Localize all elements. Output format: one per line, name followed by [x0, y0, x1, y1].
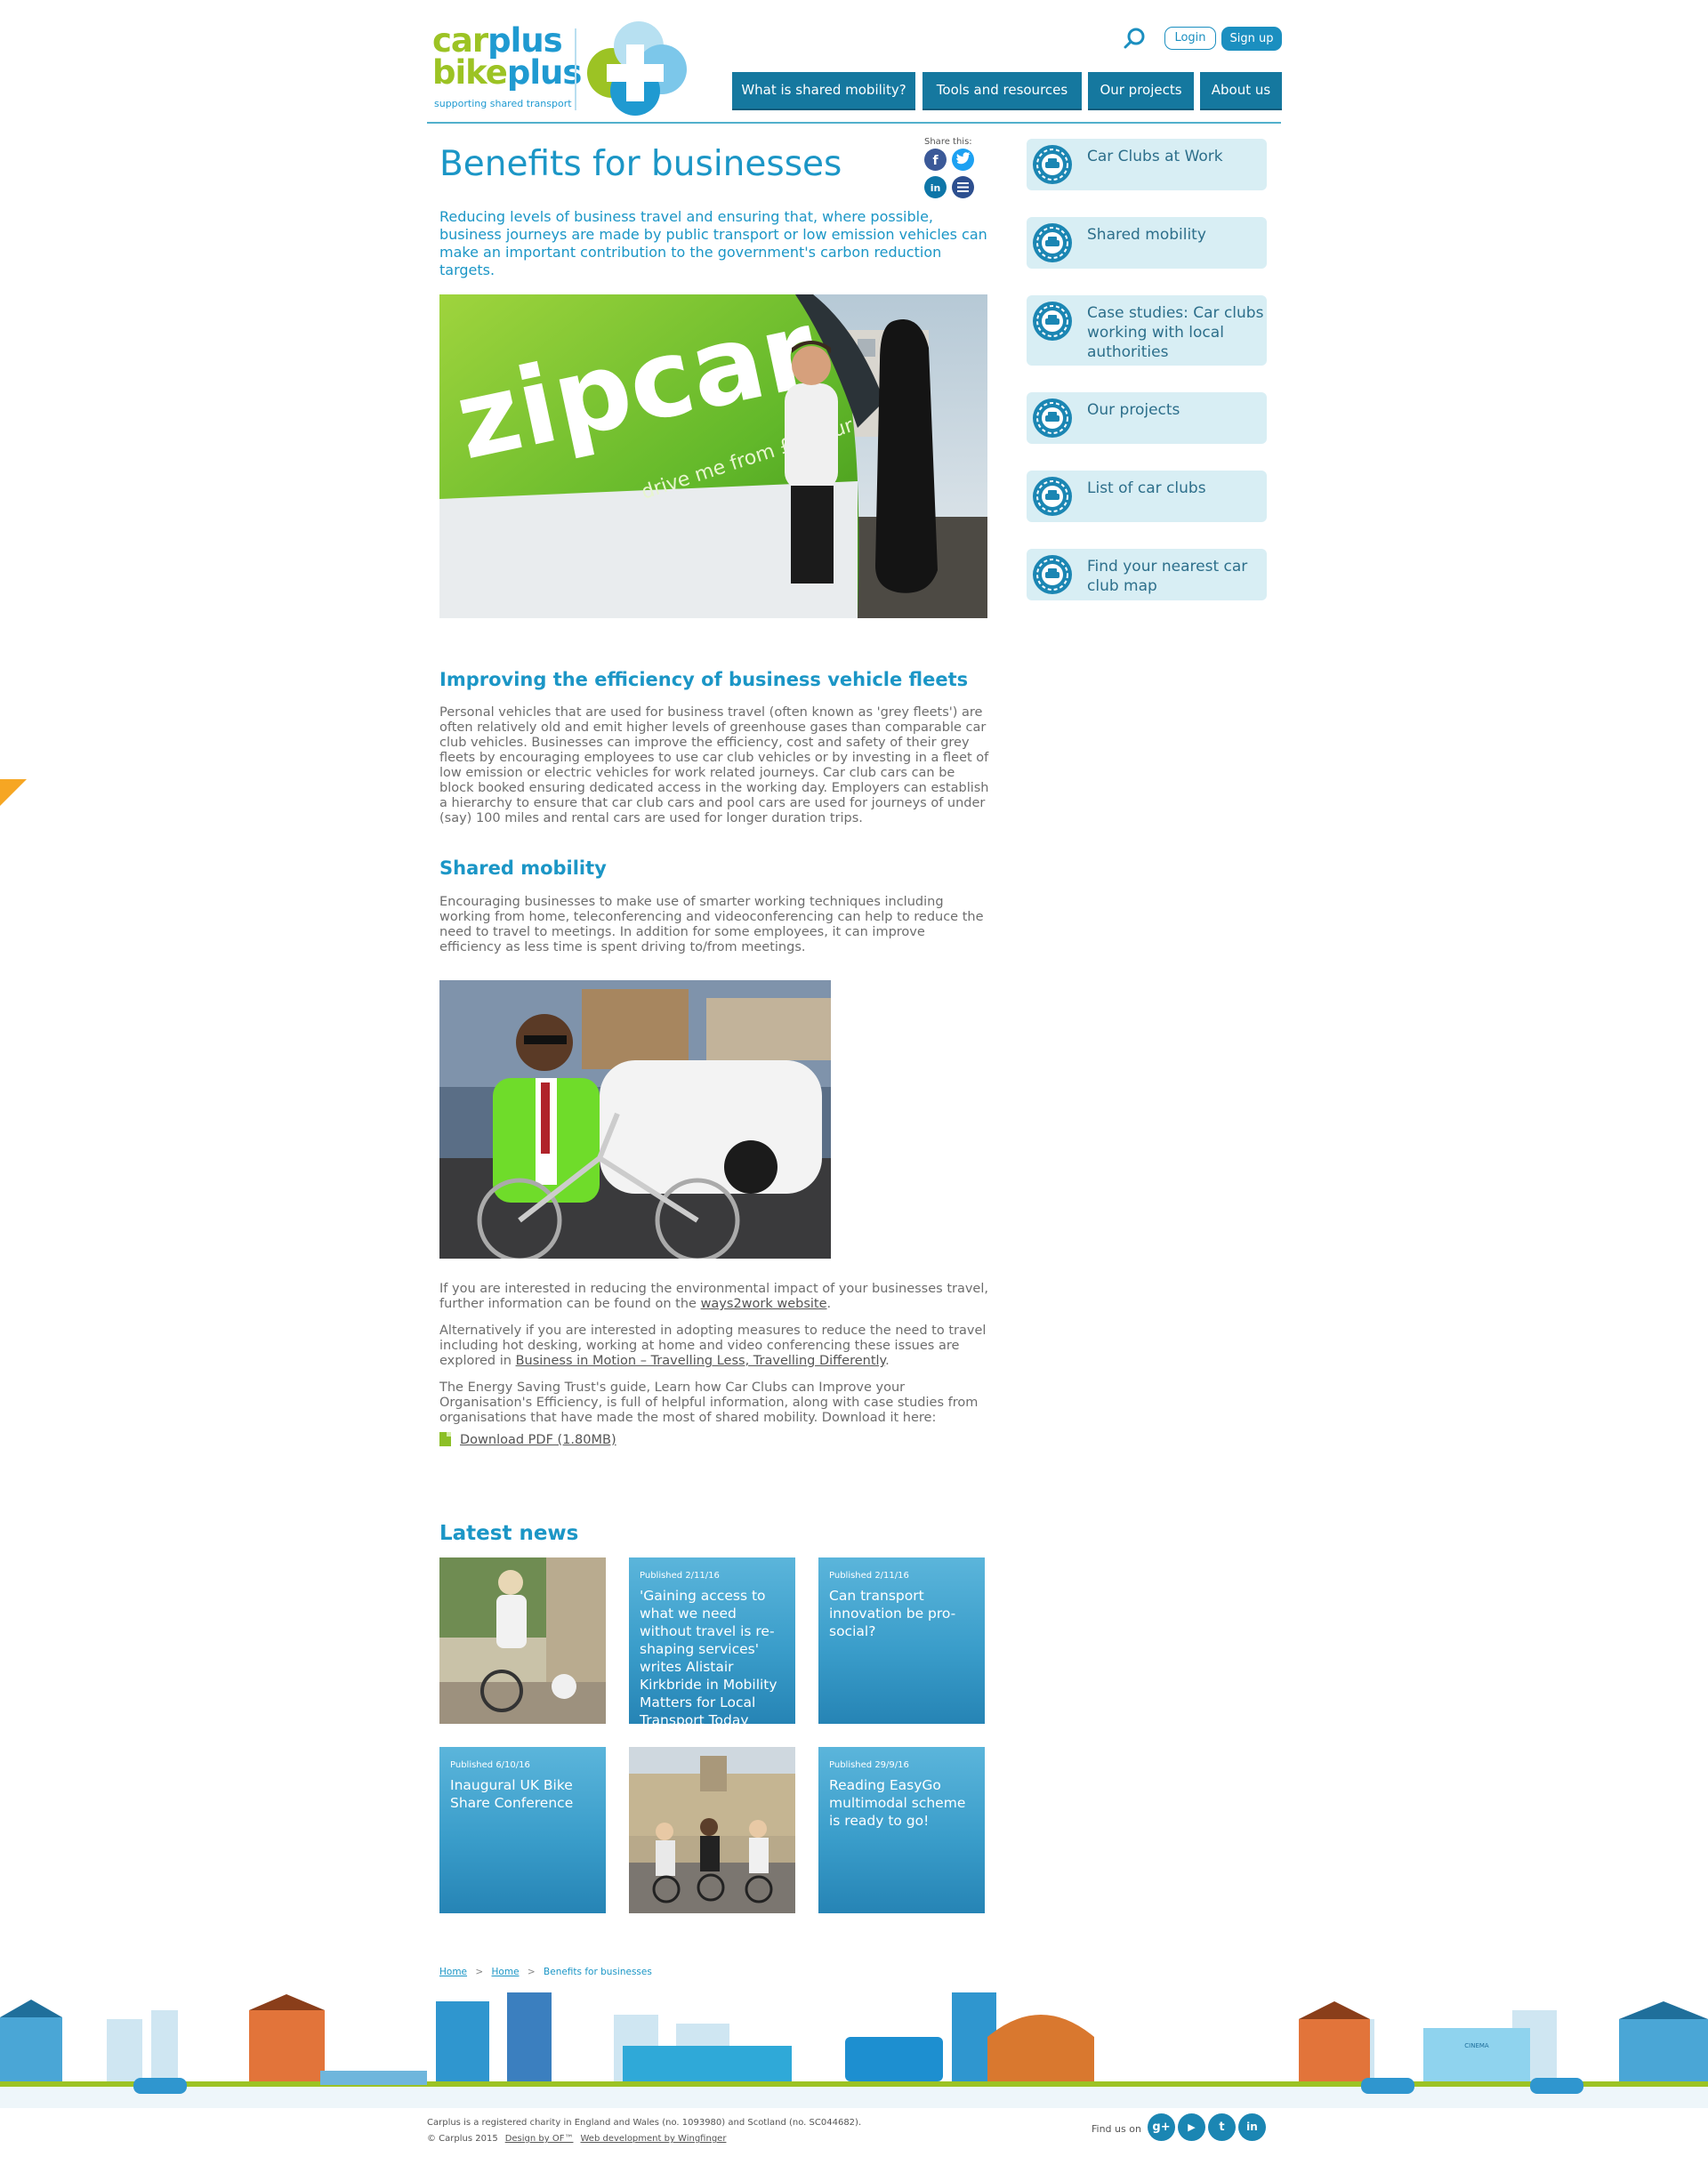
sidebar-item-find-nearest-car-club[interactable]: Find your nearest car club map: [1027, 549, 1267, 600]
breadcrumb-home-link-2[interactable]: Home: [492, 1967, 520, 1977]
street-scene-illustration: CINEMA: [0, 1992, 1708, 2108]
svg-text:f: f: [932, 154, 939, 168]
section-body-shared-mobility: Encouraging businesses to make use of sm…: [439, 895, 984, 954]
twitter-icon[interactable]: t: [1208, 2113, 1236, 2141]
sidebar-item-case-studies[interactable]: Case studies: Car clubs working with loc…: [1027, 295, 1267, 366]
facebook-share-icon[interactable]: f: [924, 149, 947, 171]
news-date: Published 2/11/16: [829, 1571, 909, 1581]
news-tile-reading-easygo[interactable]: Published 29/9/16 Reading EasyGo multimo…: [818, 1747, 985, 1913]
breadcrumb-separator: >: [475, 1967, 484, 1977]
youtube-icon[interactable]: ▶: [1178, 2113, 1205, 2141]
car-wheel-icon: [1033, 555, 1072, 594]
section-heading-fleet-efficiency: Improving the efficiency of business veh…: [439, 669, 969, 690]
linkedin-icon[interactable]: in: [1238, 2113, 1266, 2141]
breadcrumb-home-link[interactable]: Home: [439, 1967, 467, 1977]
news-headline: Can transport innovation be pro-social?: [829, 1588, 956, 1639]
feedback-tab[interactable]: [0, 779, 27, 806]
car-wheel-icon: [1033, 477, 1072, 516]
pdf-file-icon: [439, 1432, 451, 1446]
breadcrumb-current: Benefits for businesses: [544, 1967, 652, 1977]
logo-wordmark-bikeplus: bikeplus: [432, 53, 582, 92]
news-headline: 'Gaining access to what we need without …: [640, 1588, 777, 1724]
cyclist-photo: [439, 980, 831, 1259]
nav-our-projects[interactable]: Our projects: [1088, 72, 1194, 110]
more-share-icon[interactable]: [952, 176, 974, 198]
carplus-bikeplus-logo[interactable]: carplus bikeplus supporting shared trans…: [432, 20, 690, 116]
energy-saving-trust-paragraph: The Energy Saving Trust's guide, Learn h…: [439, 1380, 979, 1425]
search-icon[interactable]: [1123, 27, 1146, 50]
zipcar-van-photo: zipcar drive me from £9/hour: [439, 294, 987, 618]
site-header: carplus bikeplus supporting shared trans…: [427, 0, 1282, 124]
business-in-motion-link[interactable]: Business in Motion – Travelling Less, Tr…: [516, 1354, 886, 1368]
car-wheel-icon: [1033, 398, 1072, 438]
linkedin-share-icon[interactable]: in: [924, 176, 947, 198]
news-tile-gaining-access[interactable]: Published 2/11/16 'Gaining access to wha…: [629, 1557, 795, 1724]
download-row: Download PDF (1.80MB): [439, 1432, 616, 1447]
svg-text:in: in: [931, 182, 941, 194]
section-heading-shared-mobility: Shared mobility: [439, 857, 607, 879]
section-body-fleet-efficiency: Personal vehicles that are used for busi…: [439, 705, 989, 825]
news-date: Published 29/9/16: [829, 1760, 909, 1770]
breadcrumb-separator: >: [527, 1967, 536, 1977]
breadcrumb: Home > Home > Benefits for businesses: [439, 1967, 652, 1977]
news-date: Published 6/10/16: [450, 1760, 530, 1770]
nav-tools-and-resources[interactable]: Tools and resources: [922, 72, 1082, 110]
nav-what-is-shared-mobility[interactable]: What is shared mobility?: [732, 72, 915, 110]
dev-credit-link[interactable]: Web development by Wingfinger: [580, 2134, 726, 2144]
share-label: Share this:: [924, 137, 972, 147]
find-us-label: Find us on: [1092, 2123, 1141, 2135]
car-wheel-icon: [1033, 223, 1072, 262]
nav-about-us[interactable]: About us: [1200, 72, 1282, 110]
ways2work-link[interactable]: ways2work website: [701, 1297, 827, 1311]
login-button[interactable]: Login: [1164, 27, 1216, 50]
signup-button[interactable]: Sign up: [1221, 27, 1282, 51]
car-wheel-icon: [1033, 145, 1072, 184]
news-date: Published 2/11/16: [640, 1571, 720, 1581]
sidebar-item-list-of-car-clubs[interactable]: List of car clubs: [1027, 471, 1267, 522]
car-wheel-icon: [1033, 302, 1072, 341]
cinema-sign: CINEMA: [1464, 2042, 1489, 2049]
news-photo-tile-cyclists-oxford[interactable]: [629, 1747, 795, 1913]
twitter-share-icon[interactable]: [952, 149, 974, 171]
page-title: Benefits for businesses: [439, 144, 842, 184]
charity-statement: Carplus is a registered charity in Engla…: [427, 2118, 862, 2128]
logo-divider: [575, 28, 576, 110]
news-headline: Reading EasyGo multimodal scheme is read…: [829, 1777, 966, 1829]
intro-paragraph: Reducing levels of business travel and e…: [439, 208, 987, 278]
news-photo-tile-cyclist[interactable]: [439, 1557, 606, 1724]
business-in-motion-paragraph: Alternatively if you are interested in a…: [439, 1324, 987, 1368]
ways2work-paragraph: If you are interested in reducing the en…: [439, 1282, 988, 1311]
download-pdf-link[interactable]: Download PDF (1.80MB): [460, 1433, 616, 1447]
design-credit-link[interactable]: Design by OF™: [505, 2134, 574, 2144]
footer-credits: © Carplus 2015 Design by OF™ Web developme…: [427, 2134, 726, 2144]
news-tile-transport-innovation[interactable]: Published 2/11/16 Can transport innovati…: [818, 1557, 985, 1724]
latest-news-heading: Latest news: [439, 1522, 579, 1545]
sidebar-item-car-clubs-at-work[interactable]: Car Clubs at Work: [1027, 139, 1267, 190]
logo-cross-mark-icon: [587, 21, 687, 116]
google-plus-icon[interactable]: g+: [1148, 2113, 1175, 2141]
copyright-text: © Carplus 2015: [427, 2134, 498, 2144]
sidebar-item-our-projects[interactable]: Our projects: [1027, 392, 1267, 444]
news-tile-bike-share-conference[interactable]: Published 6/10/16 Inaugural UK Bike Shar…: [439, 1747, 606, 1913]
sidebar-item-shared-mobility[interactable]: Shared mobility: [1027, 217, 1267, 269]
logo-tagline: supporting shared transport: [434, 98, 572, 109]
news-headline: Inaugural UK Bike Share Conference: [450, 1777, 574, 1811]
